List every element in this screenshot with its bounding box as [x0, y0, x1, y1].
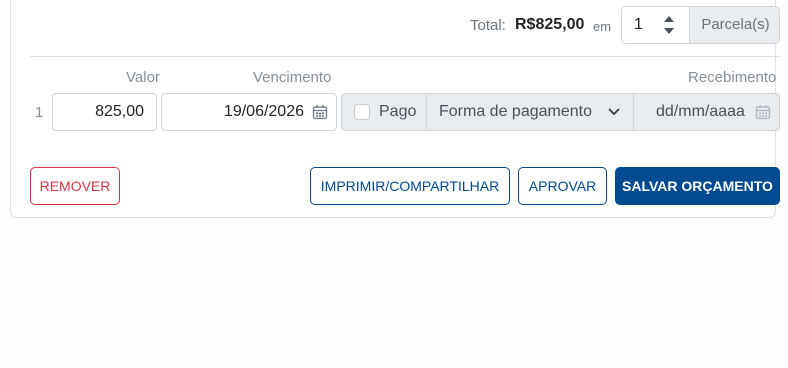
calendar-icon[interactable]: [312, 104, 328, 120]
em-label: em: [593, 19, 612, 34]
installments-group: Parcela(s): [621, 6, 780, 44]
imprimir-compartilhar-button[interactable]: IMPRIMIR/COMPARTILHAR: [310, 167, 510, 205]
up-down-spinner-icon[interactable]: [662, 12, 676, 38]
recebimento-placeholder: dd/mm/aaaa: [656, 103, 745, 120]
vencimento-field[interactable]: 19/06/2026: [161, 93, 337, 131]
budget-card: Total: R$825,00 em Parcela(s) Valor Venc…: [10, 0, 780, 218]
valor-input[interactable]: [53, 94, 156, 130]
remover-button[interactable]: REMOVER: [30, 167, 120, 205]
payment-group: Pago Forma de pagamento dd/mm/aaaa: [341, 93, 780, 131]
installment-number: 1: [35, 104, 44, 121]
column-recebimento: Recebimento: [688, 69, 777, 86]
pago-label: Pago: [379, 103, 417, 120]
divider: [30, 56, 780, 57]
installments-addon: Parcela(s): [689, 7, 779, 43]
chevron-down-icon: [608, 108, 620, 115]
forma-pagamento-select[interactable]: Forma de pagamento: [426, 94, 633, 130]
vencimento-value: 19/06/2026: [223, 103, 304, 120]
installments-input[interactable]: [622, 7, 688, 43]
salvar-orcamento-button[interactable]: SALVAR ORÇAMENTO: [615, 167, 780, 205]
recebimento-field[interactable]: dd/mm/aaaa: [633, 94, 779, 130]
total-value: R$825,00: [515, 16, 585, 33]
aprovar-button[interactable]: APROVAR: [518, 167, 607, 205]
forma-pagamento-value: Forma de pagamento: [439, 103, 592, 120]
valor-field: [52, 93, 157, 131]
column-vencimento: Vencimento: [253, 69, 332, 86]
pago-addon: Pago: [342, 94, 426, 130]
column-valor: Valor: [126, 69, 160, 86]
calendar-icon[interactable]: [755, 104, 771, 120]
pago-checkbox[interactable]: [354, 104, 370, 120]
total-label: Total:: [470, 17, 506, 34]
